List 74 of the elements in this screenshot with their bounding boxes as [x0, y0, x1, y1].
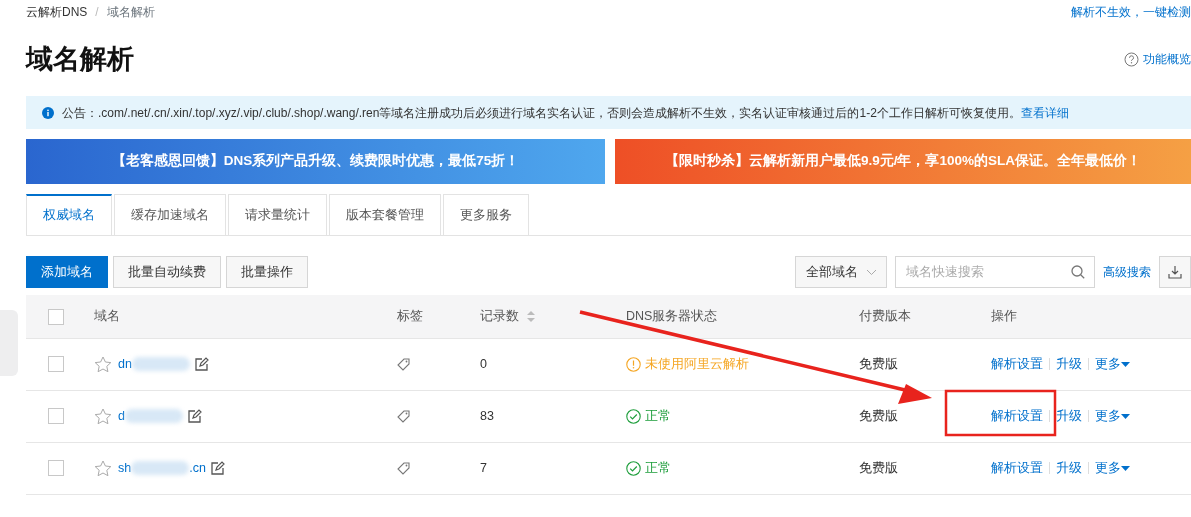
- action-link[interactable]: 更多: [1095, 354, 1130, 374]
- caret-icon: [1121, 413, 1130, 419]
- tab[interactable]: 更多服务: [443, 194, 529, 235]
- column-header: 操作: [991, 307, 1017, 325]
- domain-link[interactable]: sh .cn: [118, 458, 206, 478]
- search-icon[interactable]: [1071, 265, 1085, 279]
- status-text: 未使用阿里云解析: [645, 355, 749, 373]
- domain-link[interactable]: dn: [118, 354, 190, 374]
- column-header: DNS服务器状态: [626, 307, 718, 325]
- promo-banner[interactable]: 【限时秒杀】云解析新用户最低9.9元/年，享100%的SLA保证。全年最低价！: [615, 139, 1191, 184]
- overview-link[interactable]: 功能概览: [1143, 50, 1191, 68]
- action-link[interactable]: 升级: [1056, 354, 1082, 374]
- notice-text: 公告：.com/.net/.cn/.xin/.top/.xyz/.vip/.club/.shop/.wang/.ren等域名注册成功后必须进行域名实名认证，否则会造成解析不生效，实名认证审核通过后的1-2个工作日解析可恢复使用。查看详细: [62, 104, 1069, 122]
- chevron-down-icon: [866, 268, 877, 276]
- star-icon[interactable]: [94, 355, 112, 373]
- tag-icon[interactable]: [397, 357, 410, 371]
- caret-icon: [1121, 361, 1130, 367]
- status-text: 正常: [645, 407, 671, 425]
- record-count: 7: [480, 460, 487, 475]
- tab[interactable]: 版本套餐管理: [329, 194, 441, 235]
- detect-link[interactable]: 解析不生效，一键检测: [1071, 3, 1191, 22]
- column-header: 标签: [397, 307, 423, 325]
- column-header: 付费版本: [859, 307, 911, 325]
- action-link[interactable]: 升级: [1056, 458, 1082, 478]
- edit-icon[interactable]: [209, 460, 225, 476]
- caret-icon: [1121, 465, 1130, 471]
- help-icon[interactable]: [1124, 51, 1139, 67]
- row-checkbox[interactable]: [48, 408, 64, 425]
- edit-icon[interactable]: [193, 356, 209, 372]
- action-link[interactable]: 更多: [1095, 406, 1130, 426]
- domain-filter-select[interactable]: 全部域名: [795, 256, 887, 288]
- promo-banner[interactable]: 【老客感恩回馈】DNS系列产品升级、续费限时优惠，最低75折！: [26, 139, 605, 184]
- redaction-blur: [131, 461, 190, 475]
- tag-icon[interactable]: [397, 461, 410, 475]
- advanced-search-link[interactable]: 高级搜索: [1103, 263, 1151, 281]
- select-all-checkbox[interactable]: [48, 308, 64, 325]
- action-link[interactable]: 解析设置: [991, 458, 1043, 478]
- page-title: 域名解析: [26, 45, 134, 73]
- action-link[interactable]: 升级: [1056, 406, 1082, 426]
- redaction-blur: [124, 409, 183, 423]
- toolbar-button[interactable]: 批量自动续费: [113, 256, 221, 288]
- status-text: 正常: [645, 459, 671, 477]
- star-icon[interactable]: [94, 407, 112, 425]
- action-link[interactable]: 解析设置: [991, 406, 1043, 426]
- details-link[interactable]: 查看详细: [1020, 105, 1069, 120]
- breadcrumb-separator: /: [95, 4, 99, 21]
- download-button[interactable]: [1159, 256, 1191, 288]
- star-icon[interactable]: [94, 459, 112, 477]
- domain-link[interactable]: d: [118, 406, 183, 426]
- column-header[interactable]: 记录数: [480, 306, 519, 326]
- column-header: 域名: [94, 307, 120, 325]
- plan-text: 免费版: [859, 460, 898, 475]
- tab[interactable]: 缓存加速域名: [114, 194, 226, 235]
- search-field[interactable]: 域名快速搜索: [895, 256, 1095, 288]
- info-icon: [42, 106, 54, 119]
- download-icon: [1168, 265, 1182, 279]
- record-count: 0: [480, 356, 487, 371]
- redaction-blur: [131, 357, 190, 371]
- plan-text: 免费版: [859, 408, 898, 423]
- row-checkbox[interactable]: [48, 460, 64, 477]
- tag-icon[interactable]: [397, 409, 410, 423]
- action-link[interactable]: 解析设置: [991, 354, 1043, 374]
- sort-icon[interactable]: [527, 310, 535, 322]
- add-domain-button[interactable]: 添加域名: [26, 256, 108, 288]
- toolbar-button[interactable]: 批量操作: [226, 256, 308, 288]
- edit-icon[interactable]: [186, 408, 202, 424]
- record-count: 83: [480, 408, 494, 423]
- row-checkbox[interactable]: [48, 356, 64, 373]
- action-link[interactable]: 更多: [1095, 458, 1130, 478]
- breadcrumb-item: 域名解析: [106, 4, 155, 21]
- tab[interactable]: 请求量统计: [228, 194, 327, 235]
- tab[interactable]: 权威域名: [26, 194, 112, 235]
- breadcrumb-item[interactable]: 云解析DNS: [26, 3, 88, 22]
- plan-text: 免费版: [859, 356, 898, 371]
